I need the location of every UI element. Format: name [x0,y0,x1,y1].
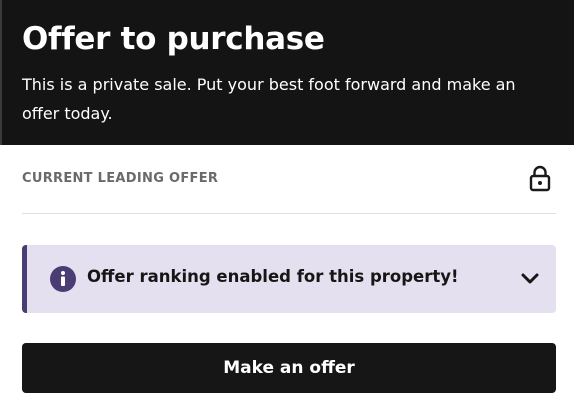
offer-ranking-banner[interactable]: Offer ranking enabled for this property! [22,245,556,313]
offer-ranking-text: Offer ranking enabled for this property! [87,267,459,286]
section-divider [22,213,556,214]
info-icon [49,265,77,293]
offer-header: Offer to purchase This is a private sale… [0,0,574,145]
header-edge [0,0,2,145]
current-leading-offer-label: CURRENT LEADING OFFER [22,171,219,186]
page-title: Offer to purchase [22,21,325,57]
chevron-down-icon[interactable] [520,270,540,288]
make-offer-button[interactable]: Make an offer [22,343,556,393]
page-subtitle: This is a private sale. Put your best fo… [22,75,516,123]
lock-icon[interactable] [528,164,552,192]
